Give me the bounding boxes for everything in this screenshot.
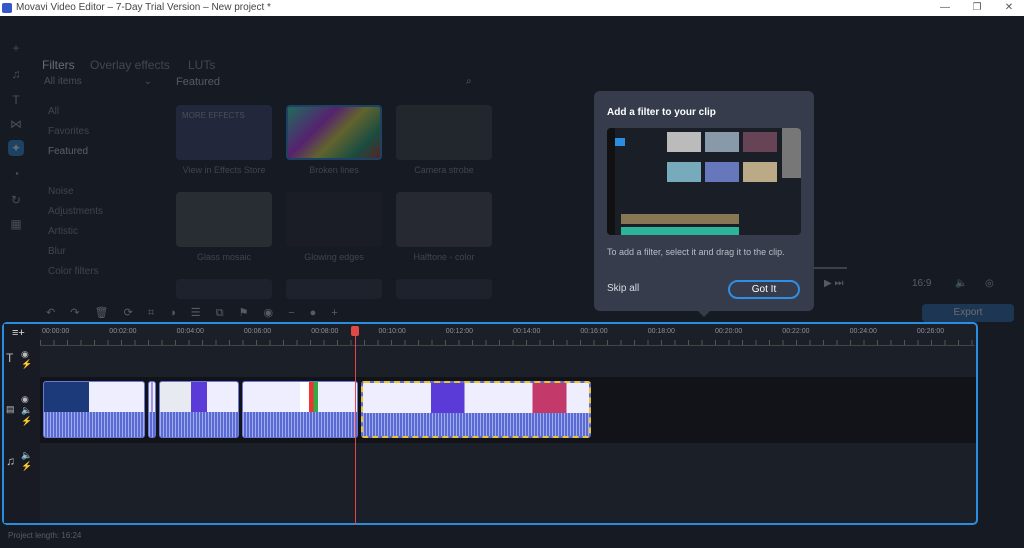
playhead-handle[interactable] xyxy=(351,326,359,336)
filter-thumb[interactable] xyxy=(176,279,272,299)
title-bar: Movavi Video Editor – 7-Day Trial Versio… xyxy=(0,0,1024,16)
category-select-value: All items xyxy=(44,76,82,87)
lock-icon[interactable]: ⚡ xyxy=(21,416,32,427)
sidebar-item-adjustments[interactable]: Adjustments xyxy=(48,206,103,217)
tab-filters[interactable]: Filters xyxy=(42,58,75,72)
popup-title: Add a filter to your clip xyxy=(607,107,716,118)
video-clip[interactable] xyxy=(242,381,358,438)
text-track-icon: T xyxy=(6,351,14,365)
track-headers: ≡+ T ◉ ⚡ ▤ ◉ 🔈 ⚡ ♫ 🔈 ⚡ xyxy=(4,324,40,523)
filter-glass-mosaic[interactable] xyxy=(176,192,272,247)
ruler-tick-label: 00:10:00 xyxy=(378,328,406,335)
volume-icon[interactable]: 🔈 xyxy=(955,278,967,289)
time-ruler[interactable] xyxy=(40,340,975,346)
preview-scrubber[interactable] xyxy=(813,267,847,269)
export-button[interactable]: Export xyxy=(922,304,1014,322)
add-track-icon[interactable]: ≡+ xyxy=(12,327,25,339)
ruler-tick-label: 00:06:00 xyxy=(243,328,272,335)
playback-controls[interactable]: ▶ ⏭ xyxy=(824,278,843,289)
search-icon[interactable]: ⌕ xyxy=(466,76,472,87)
minimize-button[interactable]: — xyxy=(930,0,960,16)
maximize-button[interactable]: ❐ xyxy=(962,0,992,16)
sidebar-item-featured[interactable]: Featured xyxy=(48,146,88,157)
filter-label: Glowing edges xyxy=(304,252,364,262)
selected-video-clip[interactable] xyxy=(361,381,591,438)
visibility-icon[interactable]: ◉ xyxy=(21,394,29,405)
snapshot-icon[interactable]: ◎ xyxy=(985,278,994,289)
filter-thumb[interactable] xyxy=(396,279,492,299)
got-it-button[interactable]: Got It xyxy=(728,280,800,299)
playhead-line xyxy=(355,328,356,525)
more-tools-icon[interactable]: ▦ xyxy=(8,216,24,232)
ruler-tick-label: 00:16:00 xyxy=(580,328,608,335)
ruler-tick-label: 00:04:00 xyxy=(176,328,204,335)
ruler-tick-label: 00:02:00 xyxy=(109,328,137,335)
mute-icon[interactable]: 🔈 xyxy=(21,450,32,461)
timeline-panel[interactable]: ≡+ T ◉ ⚡ ▤ ◉ 🔈 ⚡ ♫ 🔈 ⚡ 00:00:00 00:02:00 0… xyxy=(2,322,978,525)
ruler-tick-label: 00:18:00 xyxy=(647,328,675,335)
filter-glowing-edges[interactable] xyxy=(286,192,382,247)
tab-luts[interactable]: LUTs xyxy=(188,58,215,72)
lock-icon[interactable]: ⚡ xyxy=(21,461,32,472)
filter-label: Camera strobe xyxy=(414,165,474,175)
app-logo-icon xyxy=(2,3,12,13)
filter-tip-popup: Add a filter to your clip To add a filte… xyxy=(594,91,814,311)
ruler-tick-label: 00:24:00 xyxy=(849,328,877,335)
video-clip[interactable] xyxy=(43,381,145,438)
aspect-ratio-select[interactable]: 16:9 xyxy=(912,278,931,289)
category-select[interactable]: All items ⌄ xyxy=(44,76,152,92)
stickers-icon[interactable]: ◔ xyxy=(8,166,24,182)
filter-label: Glass mosaic xyxy=(196,252,251,262)
sidebar-item-artistic[interactable]: Artistic xyxy=(48,226,78,237)
skip-all-button[interactable]: Skip all xyxy=(607,283,639,294)
close-button[interactable]: ✕ xyxy=(994,0,1024,16)
callouts-icon[interactable]: ↻ xyxy=(8,192,24,208)
sidebar-item-all[interactable]: All xyxy=(48,106,59,117)
ruler-tick-label: 00:08:00 xyxy=(311,328,339,335)
titles-icon[interactable]: T xyxy=(8,92,24,108)
filter-halftone-color[interactable] xyxy=(396,192,492,247)
filter-label: Halftone - color xyxy=(413,252,475,262)
project-length: Project length: 16:24 xyxy=(8,531,82,540)
edit-toolbar[interactable]: ↶ ↷ 🗑 ⟳ ⌗ ◑ ☰ ⧉ ⚑ ◉ − ● + xyxy=(46,306,338,320)
video-track-icon: ▤ xyxy=(6,404,15,414)
sidebar-item-blur[interactable]: Blur xyxy=(48,246,66,257)
ruler-tick-label: 00:12:00 xyxy=(445,328,474,335)
music-track-icon: ♫ xyxy=(6,454,15,468)
filter-broken-lines[interactable] xyxy=(286,105,382,160)
video-clip[interactable] xyxy=(148,381,156,438)
filter-thumb[interactable] xyxy=(286,279,382,299)
chevron-down-icon: ⌄ xyxy=(143,76,152,87)
sidebar-item-color-filters[interactable]: Color filters xyxy=(48,266,99,277)
tab-overlay-effects[interactable]: Overlay effects xyxy=(90,58,170,72)
popup-pointer xyxy=(697,310,711,317)
filter-label: View in Effects Store xyxy=(182,165,266,175)
filter-effects-store[interactable]: MORE EFFECTS xyxy=(176,105,272,160)
filter-camera-strobe[interactable] xyxy=(396,105,492,160)
import-icon[interactable]: + xyxy=(8,40,24,56)
lock-icon[interactable]: ⚡ xyxy=(21,359,32,370)
mute-icon[interactable]: 🔈 xyxy=(21,405,32,416)
sidebar-item-favorites[interactable]: Favorites xyxy=(48,126,89,137)
video-clip[interactable] xyxy=(159,381,239,438)
music-icon[interactable]: ♫ xyxy=(8,66,24,82)
ruler-tick-label: 00:00:00 xyxy=(42,328,70,335)
sidebar-item-noise[interactable]: Noise xyxy=(48,186,74,197)
tutorial-image xyxy=(607,128,801,235)
window-title: Movavi Video Editor – 7-Day Trial Versio… xyxy=(16,2,271,13)
store-thumb-text: MORE EFFECTS xyxy=(182,111,245,120)
ruler-tick-label: 00:20:00 xyxy=(715,328,743,335)
ruler-tick-label: 00:14:00 xyxy=(513,328,541,335)
ruler-tick-label: 00:26:00 xyxy=(916,328,945,335)
popup-text: To add a filter, select it and drag it t… xyxy=(607,247,785,257)
section-title: Featured xyxy=(176,76,221,88)
filter-label: Broken lines xyxy=(309,165,359,175)
filters-icon[interactable]: ✦ xyxy=(8,140,24,156)
ruler-tick-label: 00:22:00 xyxy=(782,328,810,335)
transitions-icon[interactable]: ⋈ xyxy=(8,116,24,132)
